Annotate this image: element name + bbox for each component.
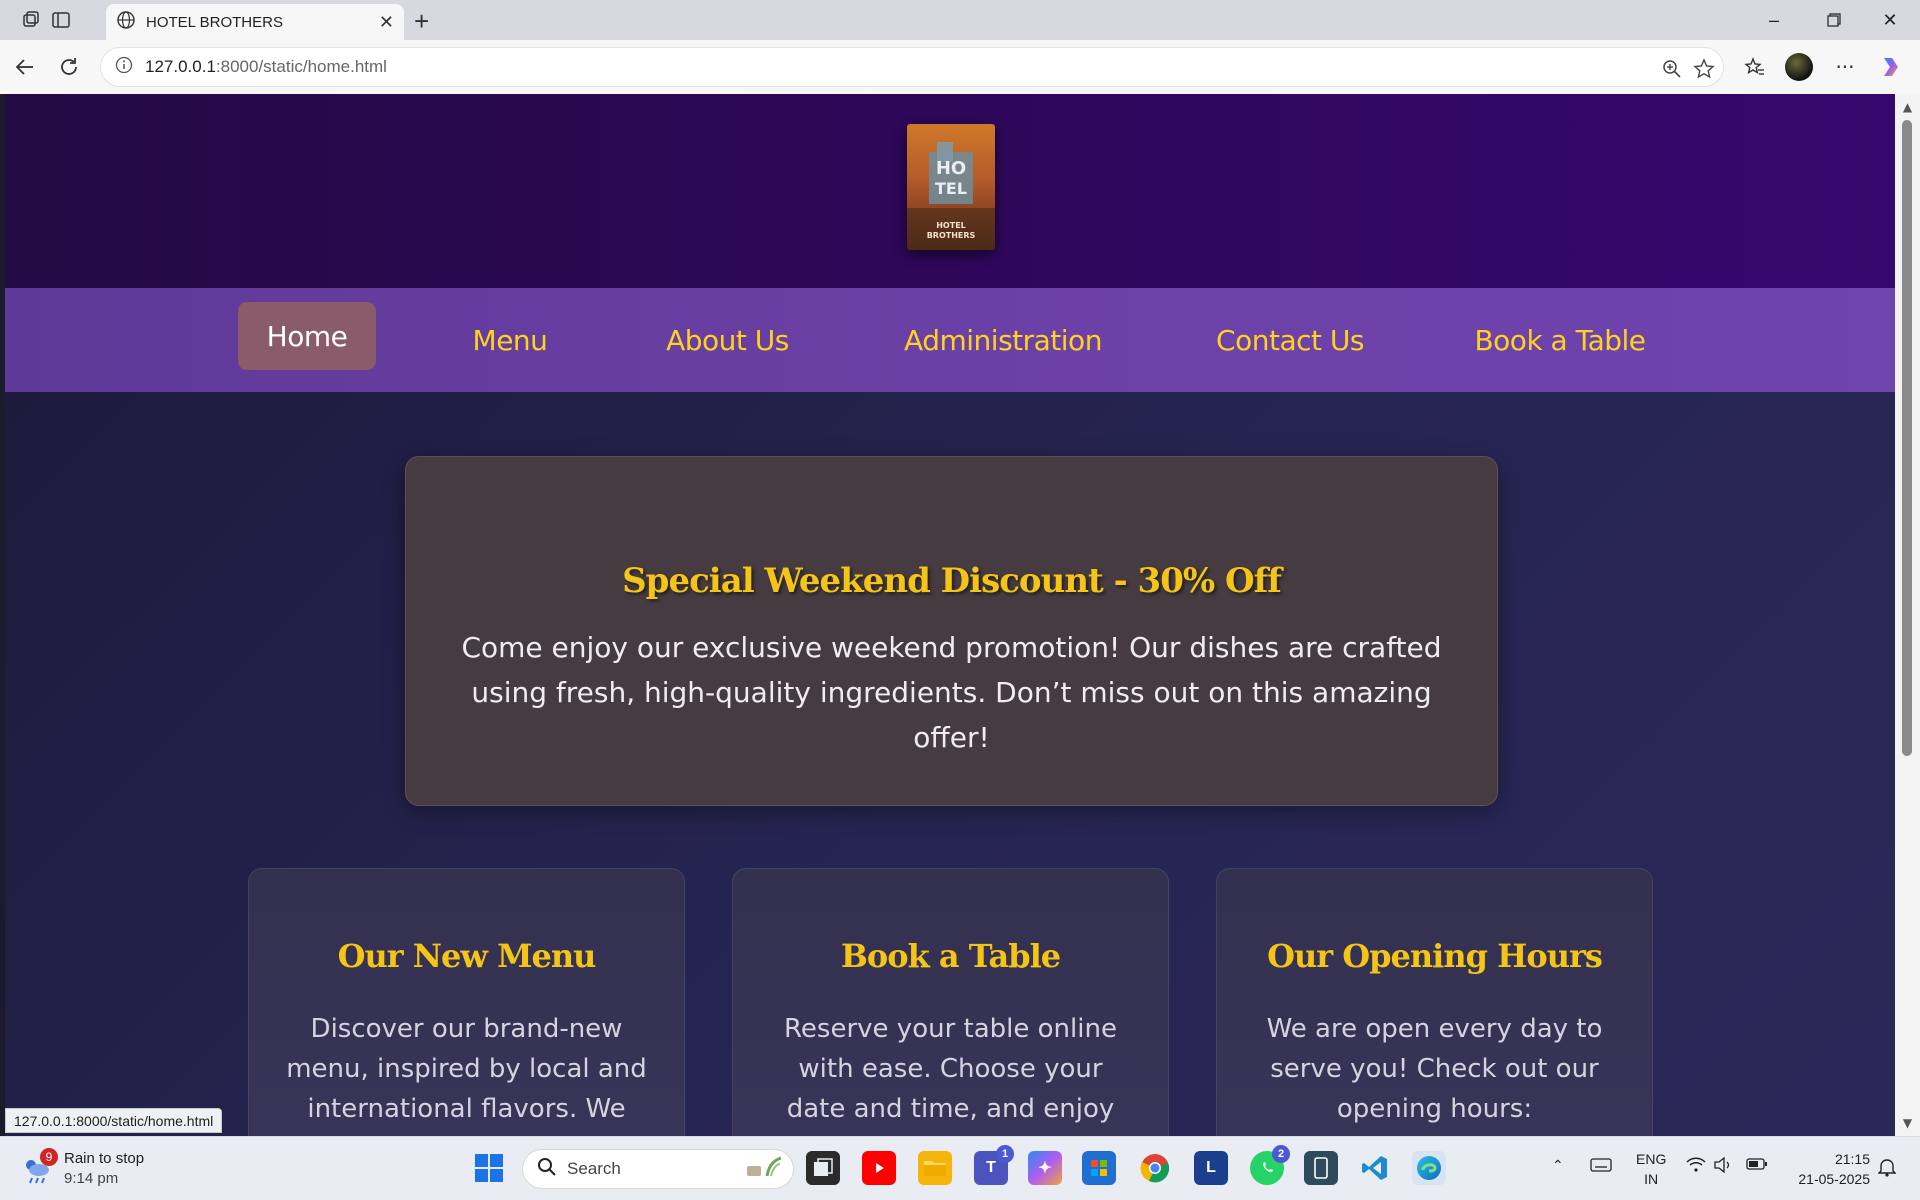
zoom-icon[interactable] — [1659, 56, 1685, 82]
chrome-icon[interactable] — [1138, 1151, 1172, 1185]
back-arrow-icon[interactable] — [10, 52, 40, 82]
weather-time: 9:14 pm — [64, 1170, 119, 1187]
promo-title: Special Weekend Discount - 30% Off — [622, 561, 1282, 601]
battery-icon[interactable] — [1746, 1157, 1768, 1174]
volume-icon[interactable] — [1714, 1156, 1734, 1176]
globe-icon — [116, 10, 136, 34]
weather-title: Rain to stop — [64, 1150, 145, 1167]
site-header: HO TEL HOTEL BROTHERS — [5, 94, 1895, 288]
url-text: 127.0.0.1:8000/static/home.html — [145, 57, 387, 77]
notifications-bell-icon[interactable] — [1877, 1157, 1897, 1180]
page-viewport: HO TEL HOTEL BROTHERS Home Menu About Us… — [5, 94, 1895, 1136]
browser-tab[interactable]: HOTEL BROTHERS ✕ — [106, 4, 404, 40]
search-icon — [537, 1157, 557, 1182]
url-path: :8000/static/home.html — [215, 57, 387, 76]
address-bar-row: 127.0.0.1:8000/static/home.html ··· — [0, 40, 1920, 94]
promo-text: Come enjoy our exclusive weekend promoti… — [461, 631, 1442, 754]
browser-tab-bar: HOTEL BROTHERS ✕ + – ✕ — [0, 0, 1920, 40]
microsoft-store-icon[interactable] — [1082, 1151, 1116, 1185]
card-title: Our New Menu — [337, 937, 597, 975]
weather-badge: 9 — [40, 1148, 58, 1166]
youtube-icon[interactable] — [862, 1151, 896, 1185]
scroll-down-arrow-icon[interactable]: ▼ — [1901, 1116, 1914, 1130]
task-view-icon[interactable] — [806, 1151, 840, 1185]
nav-administration[interactable]: Administration — [883, 306, 1123, 374]
scroll-thumb[interactable] — [1902, 120, 1912, 756]
card-title: Book a Table — [840, 937, 1061, 975]
card-new-menu[interactable]: Our New Menu Discover our brand-new menu… — [248, 868, 685, 1136]
nav-contact-us[interactable]: Contact Us — [1190, 306, 1390, 374]
card-book-table[interactable]: Book a Table Reserve your table online w… — [732, 868, 1169, 1136]
tab-title: HOTEL BROTHERS — [146, 13, 283, 31]
restore-button[interactable] — [1814, 6, 1854, 34]
weather-widget[interactable]: 9 Rain to stop 9:14 pm — [22, 1148, 145, 1189]
windows-taskbar: 9 Rain to stop 9:14 pm Search T1 ✦ L 2 ⌃… — [0, 1136, 1920, 1200]
nav-about-us[interactable]: About Us — [640, 306, 815, 374]
clock-time: 21:15 — [1834, 1151, 1870, 1167]
minimize-button[interactable]: – — [1754, 6, 1794, 34]
system-clock[interactable]: 21:15 21-05-2025 — [1784, 1149, 1870, 1189]
close-window-button[interactable]: ✕ — [1870, 6, 1910, 34]
svg-text:HO: HO — [936, 158, 966, 179]
show-hidden-icons-icon[interactable]: ⌃ — [1552, 1157, 1564, 1174]
close-tab-icon[interactable]: ✕ — [379, 12, 394, 33]
workspaces-icon[interactable] — [18, 8, 44, 32]
svg-text:BROTHERS: BROTHERS — [927, 231, 976, 240]
teams-icon[interactable]: T1 — [974, 1145, 1014, 1185]
vertical-tabs-icon[interactable] — [48, 8, 74, 32]
main-navigation: Home Menu About Us Administration Contac… — [5, 288, 1895, 392]
favorites-icon[interactable] — [1740, 52, 1770, 82]
file-explorer-icon[interactable] — [918, 1151, 952, 1185]
scroll-up-arrow-icon[interactable]: ▲ — [1901, 100, 1914, 114]
wifi-icon[interactable] — [1686, 1157, 1706, 1176]
card-title: Our Opening Hours — [1267, 937, 1603, 975]
nav-home[interactable]: Home — [238, 302, 376, 370]
edge-browser-icon[interactable] — [1412, 1151, 1446, 1185]
refresh-icon[interactable] — [54, 52, 84, 82]
card-opening-hours[interactable]: Our Opening Hours We are open every day … — [1216, 868, 1653, 1136]
whatsapp-badge: 2 — [1272, 1145, 1290, 1163]
lang-primary: ENG — [1636, 1151, 1667, 1167]
favorite-star-icon[interactable] — [1691, 56, 1717, 82]
svg-text:TEL: TEL — [935, 179, 967, 198]
url-input[interactable]: 127.0.0.1:8000/static/home.html — [100, 47, 1724, 87]
language-indicator[interactable]: ENG IN — [1636, 1149, 1666, 1189]
more-options-icon[interactable]: ··· — [1830, 52, 1860, 82]
page-scrollbar[interactable]: ▲ ▼ — [1895, 94, 1920, 1136]
start-windows-icon[interactable] — [472, 1151, 506, 1185]
taskbar-search[interactable]: Search — [522, 1149, 794, 1189]
profile-avatar[interactable] — [1784, 52, 1814, 82]
site-info-icon[interactable] — [115, 56, 133, 78]
nav-menu[interactable]: Menu — [445, 306, 575, 374]
lang-secondary: IN — [1644, 1171, 1659, 1187]
rain-cloud-icon: 9 — [22, 1148, 58, 1184]
card-text: We are open every day to serve you! Chec… — [1266, 1014, 1603, 1124]
promo-banner: Special Weekend Discount - 30% Off Come … — [405, 456, 1498, 806]
copilot-app-icon[interactable]: ✦ — [1028, 1151, 1062, 1185]
phone-link-icon[interactable] — [1304, 1151, 1338, 1185]
card-text: Reserve your table online with ease. Cho… — [784, 1014, 1117, 1136]
nav-book-a-table[interactable]: Book a Table — [1450, 306, 1670, 374]
vscode-icon[interactable] — [1358, 1151, 1392, 1185]
hotel-brothers-logo[interactable]: HO TEL HOTEL BROTHERS — [907, 124, 995, 250]
whatsapp-icon[interactable]: 2 — [1250, 1145, 1290, 1185]
svg-text:HOTEL: HOTEL — [936, 221, 966, 230]
clock-date: 21-05-2025 — [1798, 1171, 1870, 1187]
new-tab-button[interactable]: + — [414, 6, 429, 37]
search-highlight-icon — [743, 1154, 783, 1185]
l-app-icon[interactable]: L — [1194, 1151, 1228, 1185]
keyboard-icon[interactable] — [1590, 1157, 1612, 1176]
teams-badge: 1 — [996, 1145, 1014, 1163]
copilot-icon[interactable] — [1876, 52, 1906, 82]
url-host: 127.0.0.1 — [145, 57, 216, 76]
search-label: Search — [567, 1159, 621, 1178]
link-status-bar: 127.0.0.1:8000/static/home.html — [5, 1108, 223, 1133]
card-text: Discover our brand-new menu, inspired by… — [286, 1014, 647, 1136]
